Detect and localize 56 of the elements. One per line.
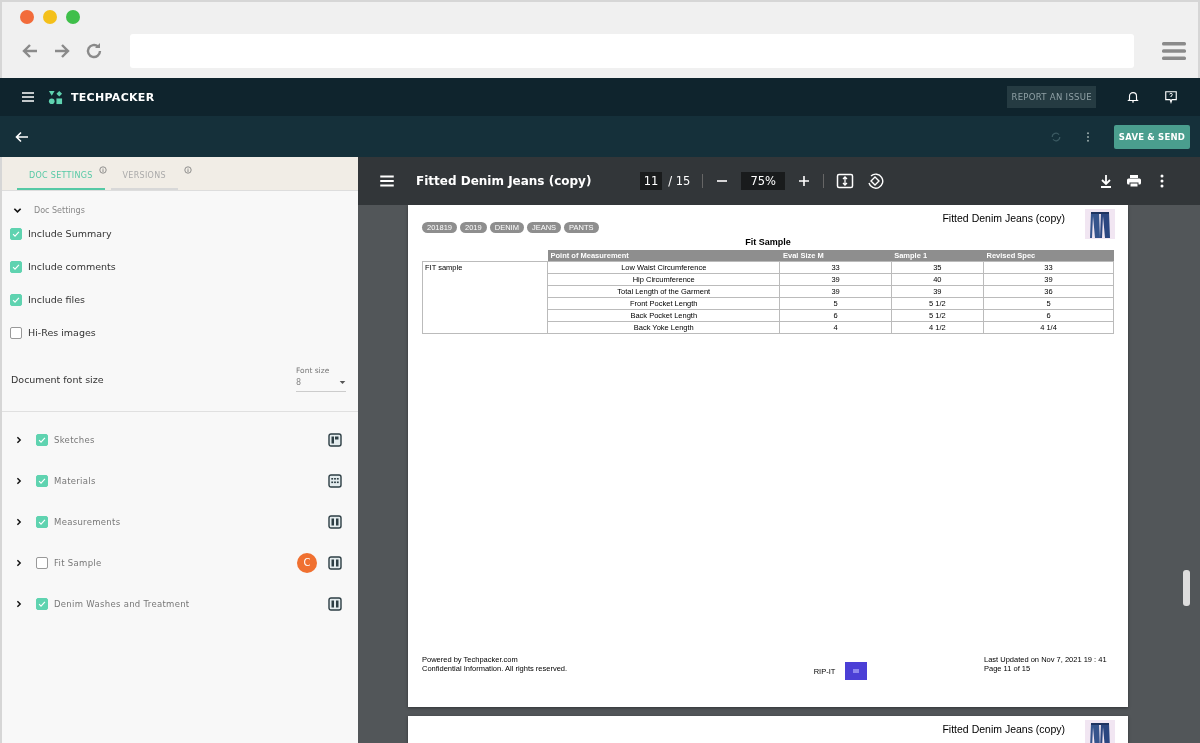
font-size-label: Document font size [11,373,104,385]
columns-icon[interactable] [328,596,342,611]
checkbox[interactable] [36,597,48,610]
layout-icon[interactable] [328,432,342,447]
comment-badge[interactable]: C [297,552,317,573]
columns-icon[interactable] [328,514,342,529]
fit-page-icon[interactable] [836,172,854,190]
print-icon[interactable] [1126,173,1142,189]
grid-icon[interactable] [328,473,342,488]
save-send-button[interactable]: SAVE & SEND [1113,124,1190,149]
maximize-dot-icon[interactable] [66,10,80,24]
document-title: Fitted Denim Jeans (copy) [416,174,592,188]
checkbox[interactable] [36,474,48,487]
page-number-field[interactable]: 11 [639,172,663,190]
columns-icon[interactable] [328,555,342,570]
checkbox[interactable] [10,227,22,240]
dropdown-caret-icon[interactable] [339,380,346,385]
help-icon[interactable] [1164,90,1178,104]
option-label: Include comments [28,261,116,272]
chevron-icon[interactable] [15,476,23,485]
minimize-dot-icon[interactable] [43,10,57,24]
reload-icon[interactable] [84,41,104,61]
option-label: Include files [28,294,86,305]
close-dot-icon[interactable] [20,10,34,24]
section-label: Denim Washes and Treatment [54,598,190,609]
page-title: Fitted Denim Jeans (copy) [942,723,1065,735]
logo-icon [48,89,63,105]
page-title: Fitted Denim Jeans (copy) [942,212,1065,224]
menu-icon[interactable] [20,89,36,105]
table-title: Fit Sample [744,237,792,247]
chevron-icon[interactable] [15,558,23,567]
checkbox[interactable] [36,556,48,569]
page-total: / 15 [668,174,691,188]
chevron-icon[interactable] [15,435,23,444]
zoom-field[interactable]: 75% [741,172,785,190]
option-label: Hi-Res images [28,327,96,338]
section-label: Sketches [54,434,95,445]
section-label: Materials [54,475,96,486]
rotate-icon[interactable] [866,172,884,190]
option-label: Include Summary [28,228,112,239]
checkbox[interactable] [10,293,22,306]
section-label: Fit Sample [54,557,102,568]
section-label: Measurements [54,516,121,527]
chevron-icon[interactable] [15,517,23,526]
checkbox[interactable] [10,326,22,339]
checkbox[interactable] [36,515,48,528]
report-issue-button[interactable]: REPORT AN ISSUE [1007,86,1096,108]
bell-icon[interactable] [1126,90,1140,104]
chevron-icon[interactable] [15,599,23,608]
section-title: Doc Settings [34,205,85,215]
scrollbar[interactable] [1183,570,1190,606]
zoom-in-icon[interactable] [797,174,811,188]
download-icon[interactable] [1098,173,1114,189]
checkbox[interactable] [10,260,22,273]
checkbox[interactable] [36,433,48,446]
brand-name: TECHPACKER [71,90,155,104]
